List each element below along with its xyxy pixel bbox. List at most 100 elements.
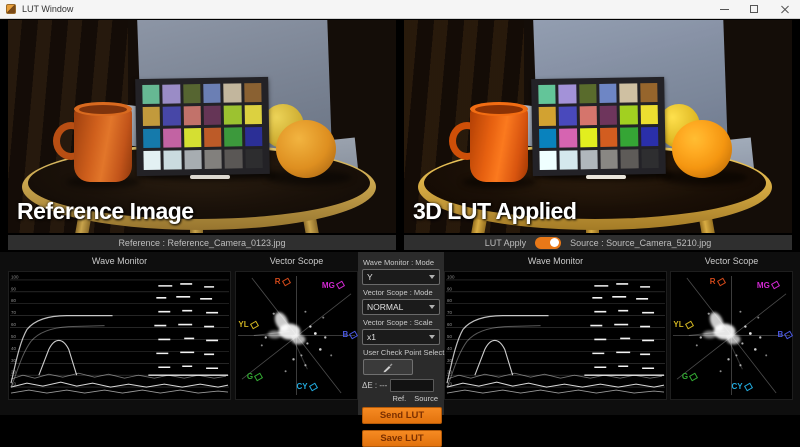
checker-stand	[586, 175, 626, 179]
checker-patch	[204, 128, 222, 147]
checker-patch	[204, 106, 222, 125]
checker-grid	[135, 77, 270, 176]
checker-patch	[620, 127, 638, 146]
lut-applied-overlay-label: 3D LUT Applied	[413, 198, 576, 225]
eyedropper-icon	[382, 361, 394, 373]
chevron-down-icon	[429, 275, 435, 279]
checker-patch	[225, 149, 243, 168]
app-icon	[6, 4, 16, 14]
vector-scope-title: Vector Scope	[670, 256, 793, 266]
svg-text:70: 70	[447, 310, 452, 315]
checker-patch	[142, 85, 160, 104]
minimize-button[interactable]	[710, 0, 740, 18]
checker-patch	[204, 150, 222, 169]
checker-patch	[163, 128, 181, 147]
vector-scope-display: RMGYLBGCY	[670, 271, 793, 400]
svg-text:90: 90	[11, 286, 16, 291]
vector-target-b: B	[777, 330, 792, 339]
checker-patch	[640, 105, 658, 124]
svg-text:40: 40	[447, 346, 452, 351]
vector-target-mg: MG	[322, 281, 344, 290]
checker-grid	[531, 77, 666, 176]
close-button[interactable]	[770, 0, 800, 18]
vector-target-yl: YL	[673, 320, 692, 329]
delta-e-input[interactable]	[390, 379, 434, 392]
checker-patch	[224, 105, 242, 124]
checker-patch	[183, 84, 201, 103]
checker-patch	[164, 150, 182, 169]
checker-patch	[143, 107, 161, 126]
lut-applied-image-panel: 3D LUT Applied	[404, 20, 792, 233]
scopes-section: Wave Monitor Vector Scope Wave Monitor V…	[0, 252, 800, 415]
svg-text:60: 60	[11, 322, 16, 327]
checker-patch	[559, 84, 577, 103]
checker-patch	[538, 85, 556, 104]
svg-text:50: 50	[11, 334, 16, 339]
checker-patch	[600, 106, 618, 125]
svg-text:50: 50	[447, 334, 452, 339]
svg-text:90: 90	[447, 286, 452, 291]
checker-patch	[579, 106, 597, 125]
checker-patch	[621, 149, 639, 168]
vector-scope-scale-select[interactable]: x1	[362, 329, 440, 345]
vector-target-yl: YL	[238, 320, 257, 329]
vector-scope-mode-value: NORMAL	[367, 302, 403, 312]
vector-scope-title: Vector Scope	[235, 256, 358, 266]
wave-monitor-mode-value: Y	[367, 272, 373, 282]
control-panel: Wave Monitor : Mode Y Vector Scope : Mod…	[358, 252, 444, 415]
chevron-down-icon	[429, 335, 435, 339]
vector-scope-scale-label: Vector Scope : Scale	[363, 318, 440, 327]
vector-target-mg: MG	[757, 281, 779, 290]
checker-patch	[600, 150, 618, 169]
vector-labels: RMGYLBGCY	[236, 272, 357, 399]
vector-labels: RMGYLBGCY	[671, 272, 792, 399]
checker-patch	[224, 127, 242, 146]
source-info-bar: LUT Apply Source : Source_Camera_5210.jp…	[404, 235, 792, 250]
svg-text:70: 70	[11, 310, 16, 315]
checker-patch	[143, 151, 161, 170]
wave-monitor-mode-select[interactable]: Y	[362, 269, 440, 285]
checker-patch	[163, 106, 181, 125]
svg-text:100: 100	[11, 274, 19, 279]
mug-interior	[79, 105, 127, 114]
wave-monitor-title: Wave Monitor	[8, 256, 231, 266]
svg-text:60: 60	[447, 322, 452, 327]
lut-apply-toggle[interactable]	[535, 237, 561, 249]
orange-fruit	[672, 120, 732, 178]
vector-target-r: R	[710, 277, 725, 286]
reference-image-panel: Reference Image	[8, 20, 396, 233]
checker-patch	[183, 106, 201, 125]
reference-filename: Reference : Reference_Camera_0123.jpg	[118, 238, 285, 248]
wave-monitor-mode-label: Wave Monitor : Mode	[363, 258, 440, 267]
checker-patch	[244, 105, 262, 124]
vector-target-b: B	[342, 330, 357, 339]
checker-patch	[143, 129, 161, 148]
check-point-label: User Check Point Select	[363, 348, 440, 357]
svg-text:80: 80	[447, 298, 452, 303]
window-title: LUT Window	[22, 4, 73, 14]
check-point-picker-button[interactable]	[363, 359, 413, 375]
maximize-button[interactable]	[740, 0, 770, 18]
checker-patch	[539, 151, 557, 170]
checker-patch	[620, 83, 638, 102]
lut-applied-photo: 3D LUT Applied	[404, 20, 792, 233]
checker-patch	[163, 84, 181, 103]
send-lut-button[interactable]: Send LUT	[362, 407, 442, 424]
wave-monitor-title: Wave Monitor	[444, 256, 667, 266]
checker-patch	[539, 107, 557, 126]
save-lut-button[interactable]: Save LUT	[362, 430, 442, 447]
checker-patch	[245, 127, 263, 146]
reference-overlay-label: Reference Image	[17, 198, 194, 225]
checker-patch	[599, 84, 617, 103]
checker-patch	[560, 150, 578, 169]
checker-patch	[539, 129, 557, 148]
checker-patch	[641, 127, 659, 146]
checker-patch	[641, 149, 659, 168]
vector-scope-mode-select[interactable]: NORMAL	[362, 299, 440, 315]
title-bar: LUT Window	[0, 0, 800, 19]
checker-patch	[600, 128, 618, 147]
source-filename: Source : Source_Camera_5210.jpg	[570, 238, 711, 248]
checker-patch	[640, 83, 658, 102]
vector-scope-mode-label: Vector Scope : Mode	[363, 288, 440, 297]
reference-info-bar: Reference : Reference_Camera_0123.jpg	[8, 235, 396, 250]
